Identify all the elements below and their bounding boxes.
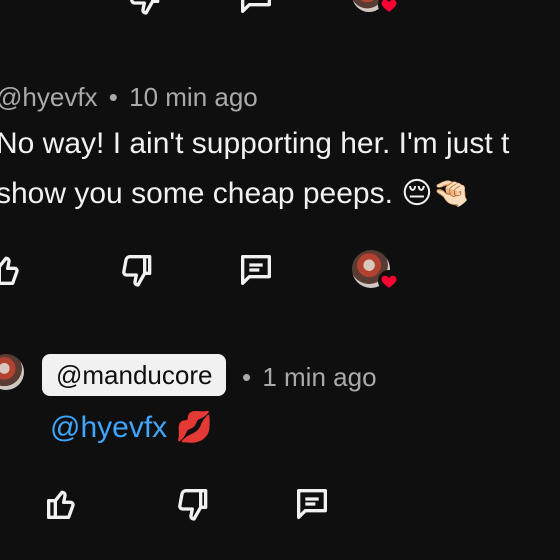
comment-meta: @hyevfx • 10 min ago [0, 82, 258, 113]
dislike-button-top[interactable] [122, 0, 170, 22]
thumbs-down-icon [178, 489, 208, 521]
reply-time: 1 min ago [262, 362, 377, 392]
heart-icon [381, 0, 397, 12]
reply-author-avatar[interactable] [0, 354, 24, 390]
heart-icon [381, 275, 397, 288]
reply-meta: • 1 min ago [242, 362, 377, 393]
comment-emojis: 😔🤏🏻 [401, 176, 470, 211]
reply-button-top[interactable] [232, 0, 280, 22]
comment-icon [297, 489, 327, 519]
comment-line-2-text: show you some cheap peeps. [0, 177, 393, 210]
comment-icon [241, 255, 271, 285]
reply-button[interactable] [232, 246, 280, 294]
reply-like-button[interactable] [38, 480, 86, 528]
reply-mention-link[interactable]: @hyevfx [50, 411, 167, 444]
reply-dislike-button[interactable] [170, 480, 218, 528]
meta-separator: • [108, 82, 118, 112]
thumbs-up-icon [0, 256, 19, 285]
reply-reply-button[interactable] [288, 480, 336, 528]
thumbs-down-icon [130, 0, 160, 15]
reply-username-chip[interactable]: @manducore [42, 354, 227, 396]
comment-line-2: show you some cheap peeps. 😔🤏🏻 [0, 170, 470, 218]
comment-line-1: No way! I ain't supporting her. I'm just… [0, 127, 510, 160]
comment-icon [241, 0, 271, 13]
dislike-button[interactable] [114, 246, 162, 294]
thumbs-down-icon [122, 255, 152, 287]
reply-emoji: 💋 [175, 410, 213, 445]
reply-separator: • [242, 362, 252, 392]
thumbs-up-icon [47, 490, 75, 519]
comment-time: 10 min ago [129, 82, 258, 112]
reply-body: @hyevfx 💋 [50, 404, 213, 452]
like-button[interactable] [0, 246, 30, 294]
comment-username[interactable]: @hyevfx [0, 82, 98, 112]
heart-badge [378, 270, 400, 292]
heart-badge-top [378, 0, 400, 16]
